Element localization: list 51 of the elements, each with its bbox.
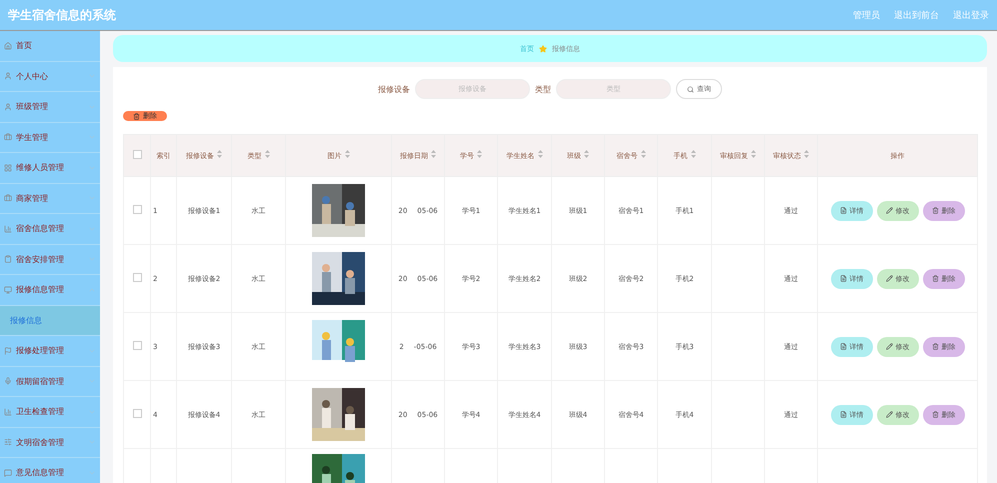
sidebar-item[interactable]: 商家管理	[0, 184, 100, 214]
trash-icon	[932, 411, 938, 418]
chart-icon	[4, 224, 12, 233]
sidebar-item[interactable]: 卫生检查管理	[0, 397, 100, 428]
pencil-icon	[886, 207, 892, 214]
checkbox[interactable]	[132, 150, 142, 159]
sidebar-item[interactable]: 学生管理	[0, 122, 100, 153]
person-icon	[4, 102, 12, 111]
sidebar-item[interactable]: 意见信息管理	[0, 458, 100, 483]
chat-icon	[4, 468, 12, 477]
sidebar-item[interactable]: 文明宿舍管理	[0, 428, 100, 458]
field-label: 类型	[535, 84, 551, 94]
app-title: 学生宿舍信息的系统	[8, 6, 117, 24]
sliders-icon	[4, 438, 12, 446]
sidebar-item[interactable]: 报修处理管理	[0, 336, 100, 366]
trash-icon	[932, 343, 938, 350]
document-icon	[840, 275, 846, 282]
home-icon	[4, 42, 12, 50]
pencil-icon	[886, 411, 892, 418]
trash-icon	[932, 207, 938, 214]
sidebar-item[interactable]: 首页	[0, 31, 100, 62]
pencil-icon	[886, 343, 892, 350]
user-label: 管理员	[853, 10, 880, 22]
sidebar-item[interactable]: 宿舍安排管理	[0, 244, 100, 275]
monitor-icon	[4, 286, 12, 294]
microphone-icon	[4, 377, 12, 386]
pencil-icon	[886, 275, 892, 282]
grid-icon	[4, 164, 12, 172]
sidebar-item[interactable]: 假期留宿管理	[0, 366, 100, 397]
field-label: 报修设备	[378, 84, 410, 94]
chart-icon	[4, 408, 12, 416]
checkbox[interactable]	[132, 409, 142, 418]
briefcase-icon	[4, 194, 12, 202]
checkbox[interactable]	[132, 273, 142, 282]
star-icon	[539, 44, 547, 52]
checkbox[interactable]	[132, 341, 142, 350]
sidebar-item[interactable]: 班级管理	[0, 92, 100, 122]
person-icon	[4, 72, 12, 80]
trash-icon	[932, 275, 938, 282]
trash-icon	[133, 112, 140, 120]
checkbox[interactable]	[132, 205, 142, 214]
briefcase-icon	[4, 133, 12, 142]
sidebar-item[interactable]: 个人中心	[0, 62, 100, 92]
sidebar-item[interactable]: 维修人员管理	[0, 153, 100, 184]
sidebar-item[interactable]: 宿舍信息管理	[0, 214, 100, 244]
document-icon	[840, 411, 846, 418]
flag-icon	[4, 346, 12, 355]
document-icon	[840, 343, 846, 350]
document-icon	[840, 207, 846, 214]
clipboard-icon	[4, 255, 12, 264]
search-icon	[687, 86, 694, 92]
